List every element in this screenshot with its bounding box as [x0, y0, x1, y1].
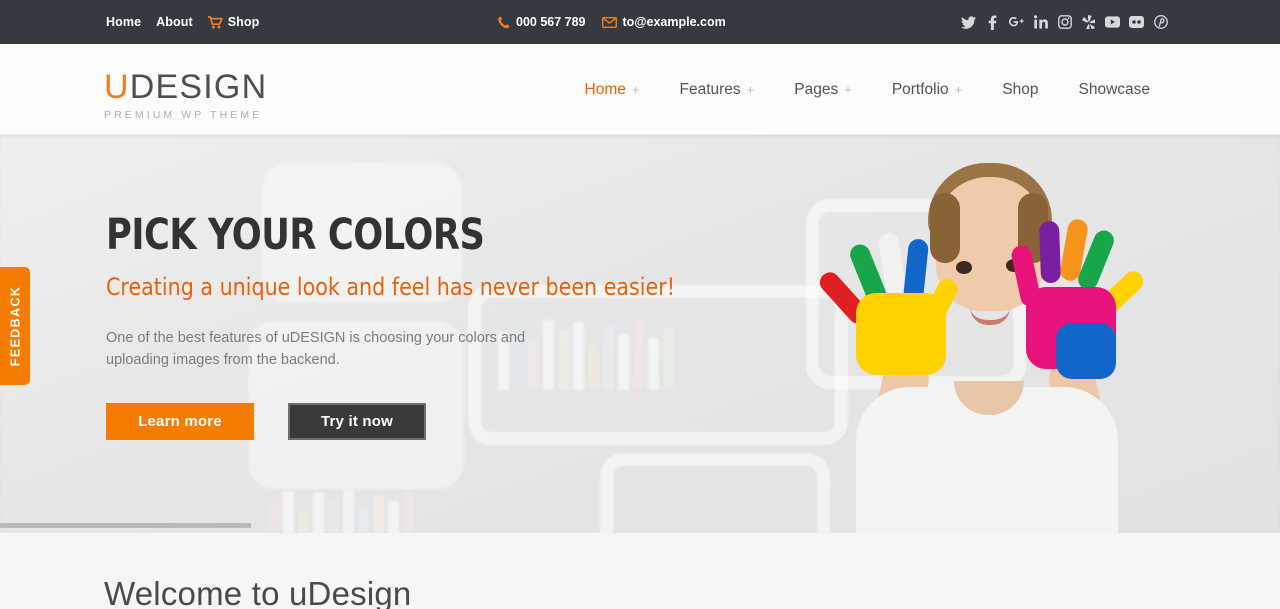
slide-subtitle: Creating a unique look and feel has neve…	[106, 273, 675, 301]
email-contact[interactable]: to@example.com	[601, 15, 726, 29]
learn-more-button[interactable]: Learn more	[106, 403, 254, 440]
slide-buttons: Learn more Try it now	[106, 403, 666, 440]
slide-title: PICK YOUR COLORS	[106, 210, 485, 260]
site-header: UDESIGN PREMIUM WP THEME Home + Features…	[0, 44, 1280, 135]
slider-progress-bar	[0, 523, 251, 528]
nav-item-portfolio-label: Portfolio	[891, 80, 949, 98]
chevron-plus-icon: +	[954, 81, 963, 97]
nav-item-pages-label: Pages	[794, 80, 839, 98]
chevron-plus-icon: +	[844, 81, 852, 97]
nav-item-home[interactable]: Home +	[565, 81, 660, 99]
topbar-link-shop-label: Shop	[227, 15, 260, 29]
nav-item-features-label: Features	[679, 80, 741, 98]
flickr-icon[interactable]	[1129, 15, 1144, 30]
chevron-plus-icon: +	[746, 81, 755, 97]
twitter-icon[interactable]	[961, 15, 976, 30]
photo-smile	[970, 307, 1010, 325]
phone-icon	[498, 16, 510, 29]
logo-text: UDESIGN	[104, 68, 267, 106]
photo-hair-side-left	[930, 193, 960, 263]
nav-item-features[interactable]: Features +	[660, 81, 775, 99]
logo-letter-u: U	[104, 68, 130, 106]
photo-eye-left	[956, 261, 972, 274]
photo-paint-blob	[1056, 323, 1116, 379]
hero-photo-girl-painted-hands	[820, 135, 1160, 533]
email-address: to@example.com	[622, 15, 726, 29]
chevron-plus-icon: +	[631, 81, 640, 97]
yelp-icon[interactable]	[1081, 15, 1096, 30]
envelope-icon	[601, 16, 617, 28]
try-it-now-button[interactable]: Try it now	[288, 403, 426, 440]
linkedin-icon[interactable]	[1033, 15, 1048, 30]
welcome-section: Welcome to uDesign	[0, 533, 1280, 609]
top-bar-contact: 000 567 789 to@example.com	[498, 0, 726, 44]
youtube-icon[interactable]	[1105, 15, 1120, 30]
site-logo[interactable]: UDESIGN PREMIUM WP THEME	[104, 68, 267, 121]
topbar-link-about-label: About	[156, 15, 193, 29]
slide-content: PICK YOUR COLORS Creating a unique look …	[106, 210, 675, 440]
social-links	[961, 0, 1168, 44]
facebook-icon[interactable]	[985, 15, 1000, 30]
phone-number: 000 567 789	[516, 15, 586, 29]
nav-item-shop[interactable]: Shop	[982, 81, 1058, 99]
background-shelf	[600, 453, 830, 533]
cart-icon	[207, 15, 223, 29]
nav-item-portfolio[interactable]: Portfolio +	[872, 81, 982, 99]
nav-item-showcase-label: Showcase	[1078, 80, 1150, 98]
main-navigation: Home + Features + Pages + Portfolio + Sh…	[565, 44, 1170, 135]
google-plus-icon[interactable]	[1009, 15, 1024, 30]
photo-palm-left	[856, 293, 946, 375]
nav-item-home-label: Home	[584, 80, 626, 98]
logo-word-design: DESIGN	[129, 68, 268, 106]
feedback-tab-label: FEEDBACK	[8, 285, 22, 367]
slide-description: One of the best features of uDESIGN is c…	[106, 330, 526, 368]
photo-finger	[1038, 220, 1062, 284]
welcome-section-title: Welcome to uDesign	[104, 575, 412, 609]
feedback-tab[interactable]: FEEDBACK	[0, 267, 30, 385]
nav-item-shop-label: Shop	[1002, 80, 1039, 98]
topbar-link-home-label: Home	[106, 15, 142, 29]
hero-slider[interactable]: PICK YOUR COLORS Creating a unique look …	[0, 135, 1280, 533]
phone-contact[interactable]: 000 567 789	[498, 15, 586, 29]
background-books	[268, 487, 414, 533]
logo-tagline: PREMIUM WP THEME	[104, 109, 263, 121]
topbar-link-shop[interactable]: Shop	[207, 15, 260, 29]
nav-item-pages[interactable]: Pages +	[774, 81, 872, 99]
topbar-link-home[interactable]: Home	[106, 15, 141, 29]
topbar-link-about[interactable]: About	[156, 15, 193, 29]
top-bar-left-links: Home About Shop	[106, 0, 259, 44]
top-bar: Home About Shop 000 567 789 to@example.c…	[0, 0, 1280, 44]
pinterest-icon[interactable]	[1153, 15, 1168, 30]
instagram-icon[interactable]	[1057, 15, 1072, 30]
nav-item-showcase[interactable]: Showcase	[1058, 81, 1170, 99]
